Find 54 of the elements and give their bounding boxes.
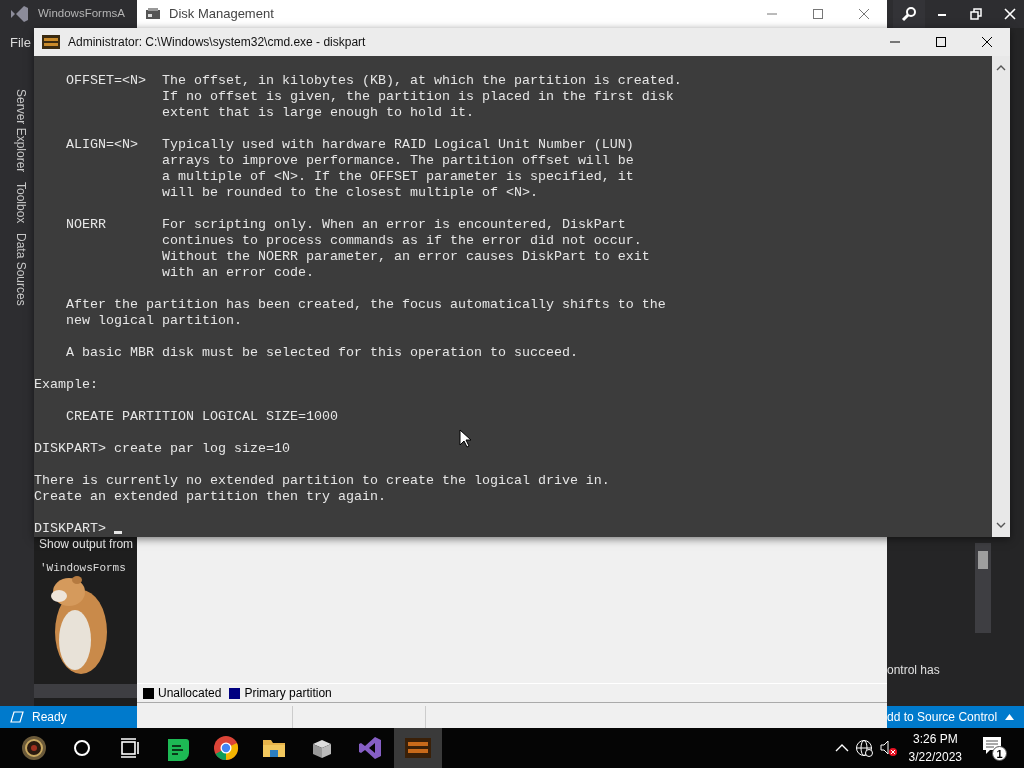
- chevron-up-icon[interactable]: [834, 743, 849, 753]
- browser-icon[interactable]: [213, 735, 239, 761]
- close-icon[interactable]: [980, 36, 994, 48]
- console-line: will be rounded to the closest multiple of <N>.: [160, 185, 539, 201]
- console-line: with an error code.: [160, 265, 315, 281]
- console-line: continues to process commands as if the error did not occur.: [160, 233, 643, 249]
- globe-icon[interactable]: [854, 739, 873, 757]
- console-line: new logical partition.: [65, 313, 243, 329]
- menu-item[interactable]: File: [0, 28, 34, 65]
- console-line: extent that is large enough to hold it.: [160, 105, 475, 121]
- infinity-logo-icon[interactable]: [357, 735, 383, 761]
- speaker-muted-icon[interactable]: [878, 739, 897, 757]
- restore-icon[interactable]: [969, 8, 983, 20]
- gear-icon[interactable]: [21, 735, 47, 761]
- console-line: NOERR For scripting only. When an error is encountered, DiskPart: [65, 217, 627, 233]
- console-line: Create an extended partition then try again.: [34, 489, 387, 505]
- output-source-label: Show output from: [38, 537, 135, 551]
- console-line: ALIGN=<N> Typically used with hardware RAID Logical Unit Number (LUN): [65, 137, 635, 153]
- console-line: arrays to improve performance. The partition offset will be: [160, 153, 635, 169]
- side-tab[interactable]: Data Sources: [0, 231, 34, 308]
- window-title: Administrator: C:\Windows\system32\cmd.exe - diskpart: [68, 34, 366, 51]
- output-line: 'WindowsForms: [39, 561, 127, 576]
- mouse-pointer-icon: [459, 429, 471, 448]
- notification-count: 1: [992, 746, 1007, 761]
- console-line: OFFSET=<N> The offset, in kilobytes (KB), at which the partition is created.: [65, 73, 683, 89]
- console-line: CREATE PARTITION LOGICAL SIZE=1000: [65, 409, 339, 425]
- terminal-app-button[interactable]: [394, 728, 442, 768]
- legend-label: Primary partition: [244, 685, 332, 702]
- clock-time[interactable]: 3:26 PM: [908, 730, 962, 748]
- maximize-icon[interactable]: [934, 36, 948, 48]
- side-tab[interactable]: Server Explorer: [0, 86, 34, 174]
- console-line: A basic MBR disk must be selected for this operation to succeed.: [65, 345, 579, 361]
- terminal-icon: [42, 34, 60, 50]
- console-line: Without the NOERR parameter, an error causes DiskPart to exit: [160, 249, 651, 265]
- console-line: a multiple of <N>. If the OFFSET parameter is specified, it: [160, 169, 635, 185]
- panel-text: ontrol has: [887, 662, 940, 679]
- status-text: Ready: [32, 709, 67, 726]
- drive-icon: [145, 7, 161, 21]
- side-tab[interactable]: Toolbox: [0, 179, 34, 226]
- console-line: DISKPART>: [34, 521, 107, 536]
- console-line: There is currently no extended partition to create the logical drive in.: [34, 473, 611, 489]
- status-icon: [10, 711, 24, 723]
- console-line: After the partition has been created, the focus automatically shifts to the: [65, 297, 667, 313]
- console-line: If no offset is given, the partition is placed in the first disk: [160, 89, 675, 105]
- caret-up-icon: [1005, 714, 1015, 720]
- clock-date[interactable]: 3/22/2023: [908, 748, 962, 766]
- legend-label: Unallocated: [158, 685, 222, 702]
- console-line: DISKPART> create par log size=10: [34, 441, 291, 457]
- terminal-app-icon[interactable]: [405, 738, 431, 758]
- window-title: Disk Management: [169, 5, 274, 24]
- window-title: WindowsFormsA: [38, 6, 125, 22]
- console-line: Example:: [34, 377, 99, 393]
- search-icon[interactable]: [901, 6, 917, 22]
- visual-studio-logo-icon: [8, 4, 30, 24]
